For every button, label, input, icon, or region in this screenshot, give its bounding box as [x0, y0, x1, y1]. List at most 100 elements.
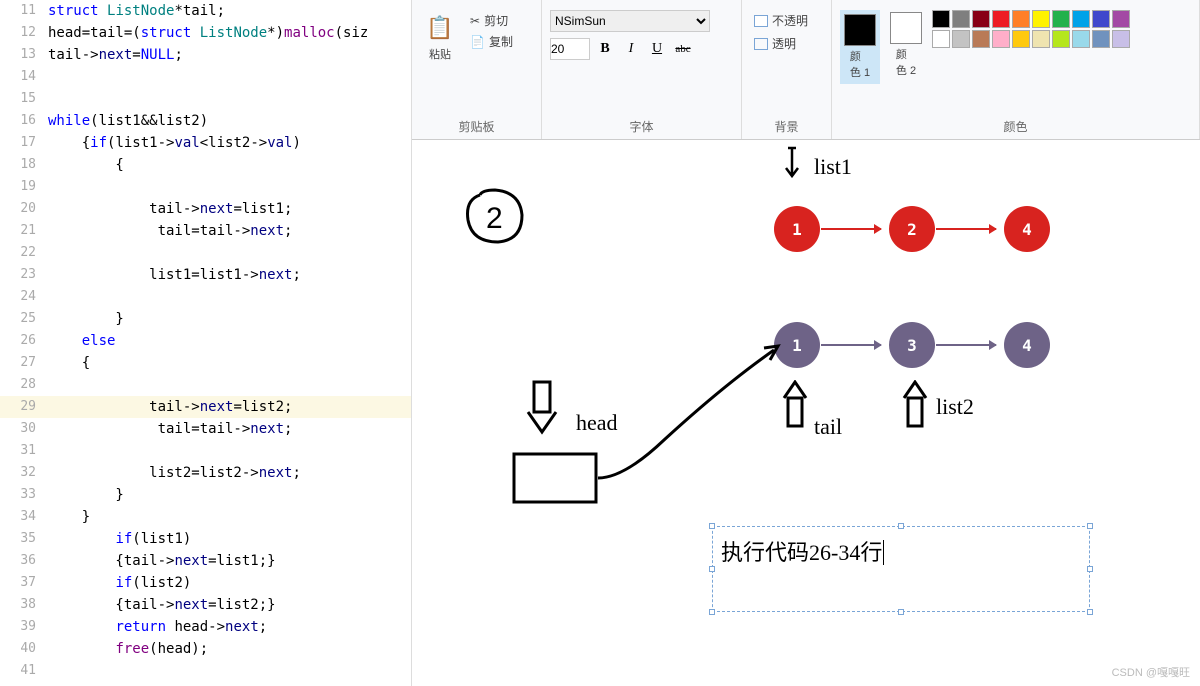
- code-line[interactable]: 33 }: [0, 484, 411, 506]
- color-swatch[interactable]: [1052, 30, 1070, 48]
- color-swatch[interactable]: [1012, 30, 1030, 48]
- font-size-input[interactable]: [550, 38, 590, 60]
- line-number: 32: [0, 462, 48, 484]
- line-number: 41: [0, 660, 48, 682]
- text-edit-box[interactable]: 执行代码26-34行: [712, 526, 1090, 612]
- code-line[interactable]: 16while(list1&&list2): [0, 110, 411, 132]
- list-node: 4: [1004, 322, 1050, 368]
- list-node: 4: [1004, 206, 1050, 252]
- color-swatch[interactable]: [952, 30, 970, 48]
- color-swatch[interactable]: [1092, 30, 1110, 48]
- line-number: 12: [0, 22, 48, 44]
- font-family-select[interactable]: NSimSun: [550, 10, 710, 32]
- color-swatch[interactable]: [992, 30, 1010, 48]
- code-line[interactable]: 11struct ListNode*tail;: [0, 0, 411, 22]
- code-line[interactable]: 24: [0, 286, 411, 308]
- code-line[interactable]: 37 if(list2): [0, 572, 411, 594]
- color2-button[interactable]: 颜 色 2: [886, 10, 926, 80]
- bold-button[interactable]: B: [594, 38, 616, 60]
- code-text: {: [48, 154, 124, 176]
- code-text: list2=list2->next;: [48, 462, 301, 484]
- color-swatch[interactable]: [1032, 10, 1050, 28]
- color-swatch[interactable]: [932, 30, 950, 48]
- arrow-down-icon: [526, 378, 566, 438]
- color-swatch[interactable]: [1052, 10, 1070, 28]
- code-line[interactable]: 25 }: [0, 308, 411, 330]
- line-number: 21: [0, 220, 48, 242]
- text-cursor: [883, 540, 884, 565]
- line-number: 38: [0, 594, 48, 616]
- italic-button[interactable]: I: [620, 38, 642, 60]
- list1-label: list1: [814, 154, 852, 180]
- code-line[interactable]: 19: [0, 176, 411, 198]
- code-line[interactable]: 39 return head->next;: [0, 616, 411, 638]
- code-line[interactable]: 15: [0, 88, 411, 110]
- code-line[interactable]: 18 {: [0, 154, 411, 176]
- code-line[interactable]: 26 else: [0, 330, 411, 352]
- code-line[interactable]: 36 {tail->next=list1;}: [0, 550, 411, 572]
- code-editor[interactable]: 11struct ListNode*tail;12head=tail=(stru…: [0, 0, 412, 686]
- code-line[interactable]: 35 if(list1): [0, 528, 411, 550]
- list-node: 1: [774, 206, 820, 252]
- code-line[interactable]: 28: [0, 374, 411, 396]
- watermark: CSDN @嘎嘎旺: [1112, 664, 1190, 680]
- code-line[interactable]: 17 {if(list1->val<list2->val): [0, 132, 411, 154]
- paint-canvas[interactable]: 2 list1 124 134 head: [412, 140, 1200, 686]
- code-text: if(list2): [48, 572, 191, 594]
- arrow-icon: [936, 228, 996, 230]
- code-line[interactable]: 31: [0, 440, 411, 462]
- color-swatch[interactable]: [932, 10, 950, 28]
- line-number: 17: [0, 132, 48, 154]
- line-number: 27: [0, 352, 48, 374]
- arrow-down-icon: [782, 146, 812, 186]
- tail-label: tail: [814, 414, 842, 440]
- line-number: 22: [0, 242, 48, 264]
- cut-button[interactable]: ✂ 剪切: [466, 10, 517, 31]
- list-node: 3: [889, 322, 935, 368]
- underline-button[interactable]: U: [646, 38, 668, 60]
- code-line[interactable]: 27 {: [0, 352, 411, 374]
- code-line[interactable]: 20 tail->next=list1;: [0, 198, 411, 220]
- color-swatch[interactable]: [972, 10, 990, 28]
- color-swatch[interactable]: [1012, 10, 1030, 28]
- code-line[interactable]: 41: [0, 660, 411, 682]
- color-swatch[interactable]: [1092, 10, 1110, 28]
- color-swatch[interactable]: [1072, 30, 1090, 48]
- color1-button[interactable]: 颜 色 1: [840, 10, 880, 84]
- code-line[interactable]: 40 free(head);: [0, 638, 411, 660]
- strike-button[interactable]: abc: [672, 38, 694, 60]
- line-number: 23: [0, 264, 48, 286]
- copy-button[interactable]: 📄 复制: [466, 31, 517, 52]
- code-line[interactable]: 14: [0, 66, 411, 88]
- code-text: {if(list1->val<list2->val): [48, 132, 301, 154]
- code-line[interactable]: 12head=tail=(struct ListNode*)malloc(siz: [0, 22, 411, 44]
- code-line[interactable]: 30 tail=tail->next;: [0, 418, 411, 440]
- color-swatch[interactable]: [1112, 10, 1130, 28]
- transparent-button[interactable]: 透明: [750, 33, 800, 54]
- color-swatch[interactable]: [972, 30, 990, 48]
- opaque-button[interactable]: 不透明: [750, 10, 812, 31]
- line-number: 40: [0, 638, 48, 660]
- line-number: 15: [0, 88, 48, 110]
- line-number: 28: [0, 374, 48, 396]
- color-swatch[interactable]: [1032, 30, 1050, 48]
- color-swatch[interactable]: [1072, 10, 1090, 28]
- color-swatch[interactable]: [952, 10, 970, 28]
- color-swatch[interactable]: [1112, 30, 1130, 48]
- code-line[interactable]: 34 }: [0, 506, 411, 528]
- colors-label: 颜色: [840, 114, 1191, 139]
- code-line[interactable]: 29 tail->next=list2;: [0, 396, 411, 418]
- line-number: 34: [0, 506, 48, 528]
- code-line[interactable]: 13tail->next=NULL;: [0, 44, 411, 66]
- code-line[interactable]: 23 list1=list1->next;: [0, 264, 411, 286]
- code-line[interactable]: 38 {tail->next=list2;}: [0, 594, 411, 616]
- list2-label: list2: [936, 394, 974, 420]
- code-text: }: [48, 308, 124, 330]
- color-swatch[interactable]: [992, 10, 1010, 28]
- arrow-icon: [594, 330, 794, 490]
- arrow-up-icon: [902, 380, 932, 430]
- code-line[interactable]: 32 list2=list2->next;: [0, 462, 411, 484]
- code-line[interactable]: 21 tail=tail->next;: [0, 220, 411, 242]
- paste-button[interactable]: 📋 粘贴: [420, 10, 460, 64]
- code-line[interactable]: 22: [0, 242, 411, 264]
